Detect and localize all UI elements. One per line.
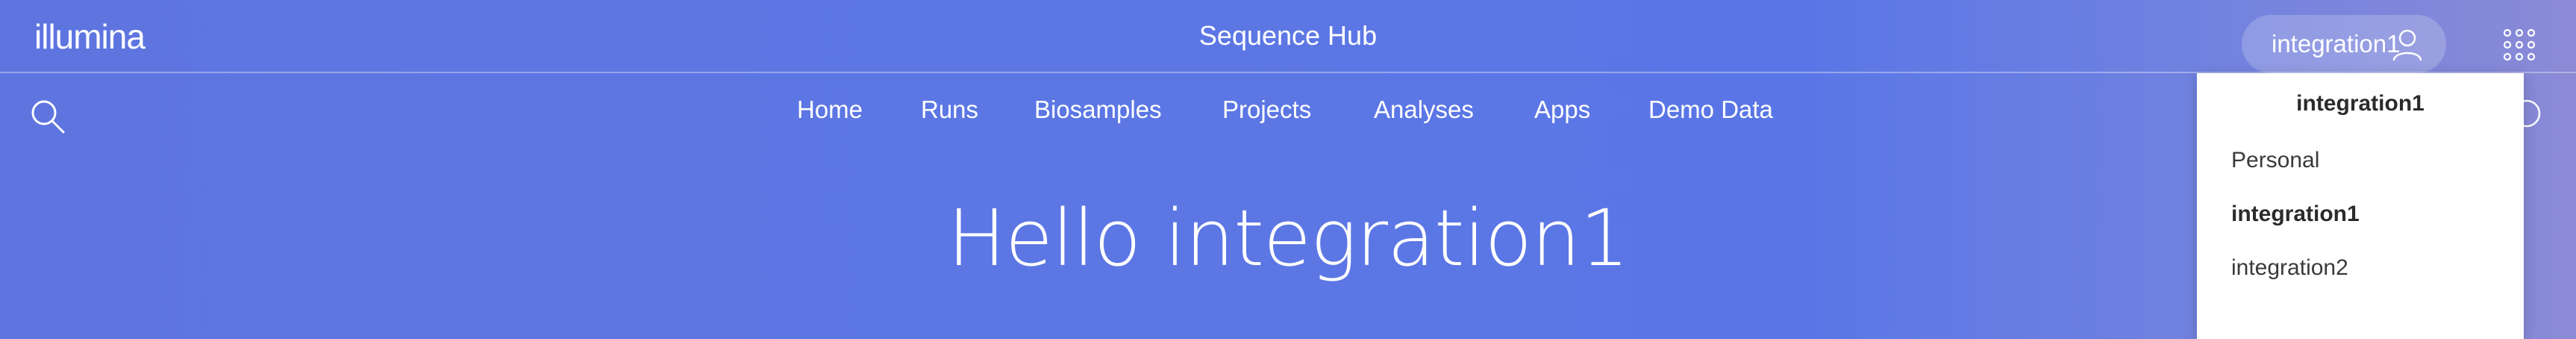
nav-item-apps[interactable]: Apps	[1534, 96, 1590, 124]
workgroup-dropdown: integration1 Personal integration1 integ…	[2197, 73, 2524, 339]
illumina-logo[interactable]: illumina	[34, 16, 146, 57]
nav-item-runs[interactable]: Runs	[921, 96, 978, 124]
main-nav: Home Runs Biosamples Projects Analyses A…	[0, 96, 2576, 133]
menu-item-integration1[interactable]: integration1	[2231, 202, 2360, 227]
nav-item-biosamples[interactable]: Biosamples	[1034, 96, 1162, 124]
user-icon	[2392, 29, 2422, 61]
top-bar: illumina Sequence Hub integration1	[0, 0, 2576, 73]
nav-item-projects[interactable]: Projects	[1222, 96, 1311, 124]
nav-item-home[interactable]: Home	[797, 96, 863, 124]
greeting-heading: Hello integration1	[947, 193, 1630, 284]
nav-item-demo-data[interactable]: Demo Data	[1648, 96, 1773, 124]
app-title: Sequence Hub	[1198, 20, 1378, 51]
menu-item-integration2[interactable]: integration2	[2231, 255, 2348, 281]
user-menu-button[interactable]: integration1	[2242, 15, 2446, 73]
user-name-label: integration1	[2272, 30, 2401, 57]
nav-item-analyses[interactable]: Analyses	[1374, 96, 1474, 124]
apps-grid-icon[interactable]	[2501, 27, 2537, 63]
dropdown-header: integration1	[2296, 91, 2425, 116]
menu-item-personal[interactable]: Personal	[2231, 148, 2319, 173]
